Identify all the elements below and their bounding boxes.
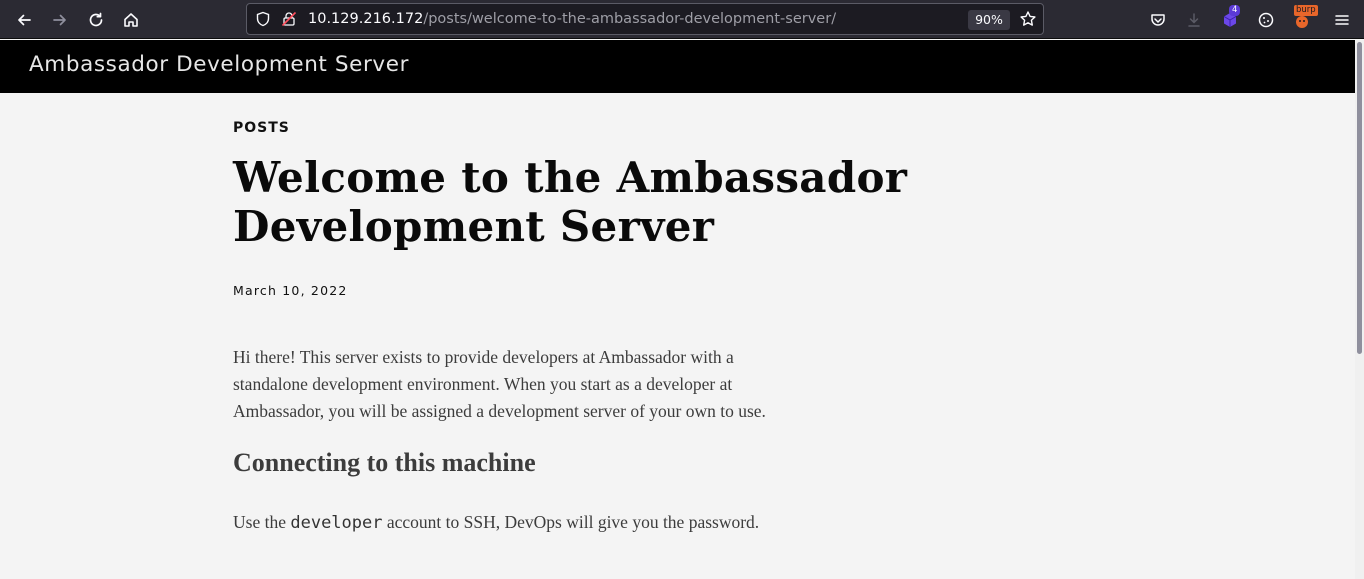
forward-button[interactable] — [46, 6, 74, 34]
post-subheading: Connecting to this machine — [233, 448, 536, 477]
back-button[interactable] — [10, 6, 38, 34]
cookie-icon — [1258, 12, 1274, 28]
site-header: Ambassador Development Server — [0, 40, 1355, 93]
shield-icon[interactable] — [255, 11, 271, 27]
site-title-link[interactable]: Ambassador Development Server — [29, 52, 409, 77]
browser-toolbar: 10.129.216.172/posts/welcome-to-the-amba… — [0, 0, 1364, 39]
reload-button[interactable] — [82, 6, 110, 34]
url-bar[interactable]: 10.129.216.172/posts/welcome-to-the-amba… — [246, 3, 1044, 35]
page-scrollbar[interactable] — [1355, 40, 1364, 579]
download-icon — [1188, 13, 1200, 27]
post-ssh-paragraph: Use the developer account to SSH, DevOps… — [233, 512, 759, 533]
ssh-text-after: account to SSH, DevOps will give you the… — [382, 512, 760, 532]
pocket-icon — [1151, 14, 1165, 26]
arrow-right-icon — [53, 14, 66, 26]
username-code: developer — [290, 513, 383, 533]
post-date: March 10, 2022 — [233, 283, 348, 298]
home-icon — [124, 13, 138, 27]
extension-badge: 4 — [1229, 5, 1241, 16]
reload-icon — [89, 12, 103, 27]
burp-label: burp — [1294, 5, 1318, 16]
ssh-text-before: Use the — [233, 512, 291, 532]
post-title: Welcome to the Ambassador Development Se… — [233, 153, 908, 251]
cookie-extension-button[interactable] — [1252, 6, 1280, 34]
post-intro-paragraph: Hi there! This server exists to provide … — [233, 347, 766, 421]
menu-button[interactable] — [1328, 6, 1356, 34]
arrow-left-icon — [18, 14, 31, 26]
url-host: 10.129.216.172 — [308, 11, 424, 27]
home-button[interactable] — [117, 6, 145, 34]
zoom-level-button[interactable]: 90% — [968, 10, 1010, 30]
url-path: /posts/welcome-to-the-ambassador-develop… — [423, 11, 837, 27]
downloads-button[interactable] — [1180, 6, 1208, 34]
bookmark-star-icon[interactable] — [1019, 10, 1037, 28]
url-text[interactable]: 10.129.216.172/posts/welcome-to-the-amba… — [308, 11, 836, 27]
pocket-button[interactable] — [1144, 6, 1172, 34]
insecure-lock-icon[interactable] — [281, 11, 297, 27]
section-link[interactable]: POSTS — [233, 120, 290, 136]
scrollbar-thumb[interactable] — [1357, 42, 1362, 354]
hamburger-menu-icon — [1335, 15, 1349, 25]
